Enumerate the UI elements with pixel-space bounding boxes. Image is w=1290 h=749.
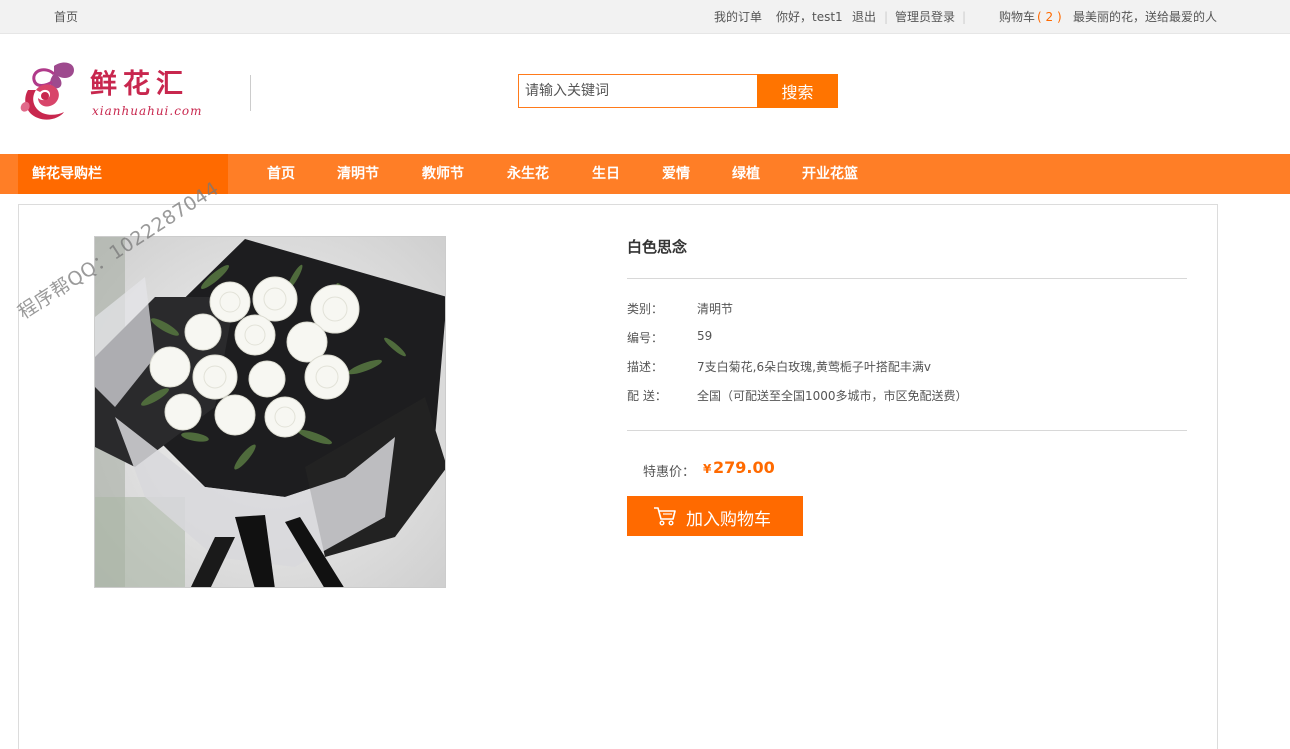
product-title: 白色思念 <box>627 238 688 256</box>
user-greeting: 你好，test1 <box>776 10 843 24</box>
category-value: 清明节 <box>697 302 734 316</box>
nav-item-teachers-day[interactable]: 教师节 <box>422 154 464 194</box>
description-label: 描述： <box>627 360 664 374</box>
product-id-label: 编号： <box>627 331 664 345</box>
add-to-cart-label: 加入购物车 <box>686 510 771 530</box>
nav-item-qingming[interactable]: 清明节 <box>337 154 379 194</box>
logo-chinese-name: 鲜花汇 <box>90 69 189 100</box>
white-bouquet-image <box>95 237 445 587</box>
search-button[interactable]: 搜索 <box>757 74 838 108</box>
nav-item-love[interactable]: 爱情 <box>662 154 690 194</box>
nav-item-opening-baskets[interactable]: 开业花篮 <box>802 154 858 194</box>
delivery-label: 配 送： <box>627 389 667 403</box>
nav-item-preserved-flowers[interactable]: 永生花 <box>507 154 549 194</box>
logo-domain: xianhuahui.com <box>92 104 203 118</box>
site-logo[interactable]: 鲜花汇 xianhuahui.com <box>18 60 250 124</box>
logo-divider <box>250 75 251 111</box>
cart-link[interactable]: 购物车 <box>999 9 1035 25</box>
delivery-value: 全国（可配送至全国1000多城市，市区免配送费） <box>697 389 968 403</box>
product-id-value: 59 <box>697 329 713 343</box>
logout-link[interactable]: 退出 <box>852 9 876 25</box>
divider <box>627 430 1187 431</box>
price-label: 特惠价： <box>643 465 696 480</box>
topbar-separator: | <box>962 10 967 24</box>
product-image <box>94 236 446 588</box>
nav-item-home[interactable]: 首页 <box>267 154 295 194</box>
my-orders-link[interactable]: 我的订单 <box>714 9 762 25</box>
cart-count-badge: ( 2 ) <box>1037 10 1062 24</box>
price-value: 279.00 <box>713 458 775 477</box>
add-to-cart-button[interactable]: 加入购物车 <box>627 496 803 536</box>
slogan-text: 最美丽的花，送给最爱的人 <box>1073 10 1218 24</box>
divider <box>627 278 1187 279</box>
top-bar: 首页 我的订单 你好，test1 退出 | 管理员登录 | 购物车 ( 2 ) … <box>0 0 1290 34</box>
description-value: 7支白菊花,6朵白玫瑰,黄莺栀子叶搭配丰满v <box>697 360 932 374</box>
search-input[interactable] <box>518 74 757 108</box>
top-home-link[interactable]: 首页 <box>54 9 78 25</box>
topbar-separator: | <box>884 10 889 24</box>
admin-login-link[interactable]: 管理员登录 <box>895 9 955 25</box>
butterfly-lady-logo-icon <box>20 62 74 120</box>
price-currency: ¥ <box>703 462 712 476</box>
nav-item-birthday[interactable]: 生日 <box>592 154 620 194</box>
category-label: 类别： <box>627 302 664 316</box>
shopping-cart-icon <box>654 507 676 526</box>
nav-item-green-plants[interactable]: 绿植 <box>732 154 760 194</box>
